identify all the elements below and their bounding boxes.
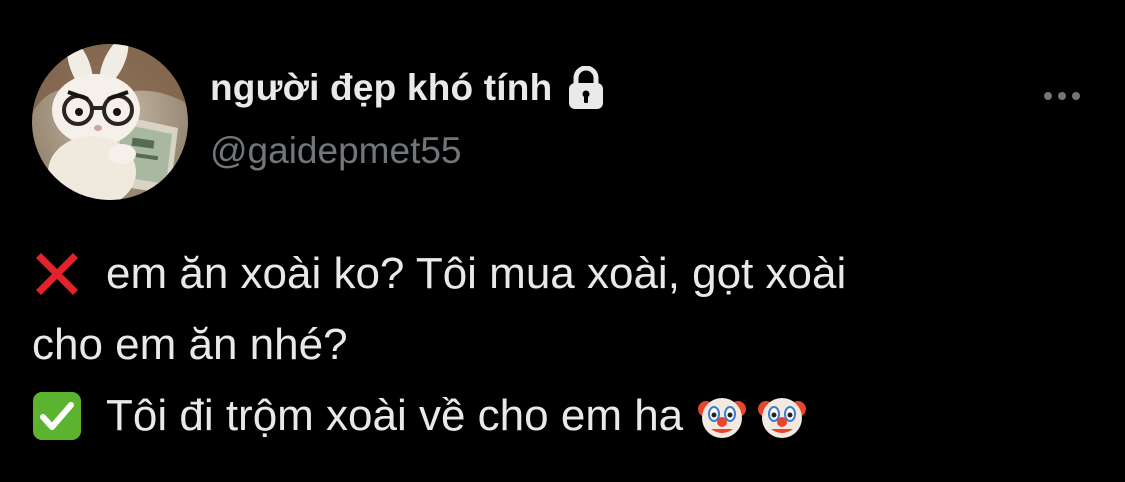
clown-face-icon <box>757 391 807 441</box>
tweet-line-1-text: em ăn xoài ko? Tôi mua xoài, gọt xoài <box>106 249 847 298</box>
lock-icon <box>566 65 606 110</box>
tweet-line-2: cho em ăn nhé? <box>32 309 1102 380</box>
display-name-row: người đẹp khó tính <box>210 60 606 116</box>
tweet-line-3-text: Tôi đi trộm xoài về cho em ha <box>106 391 684 440</box>
handle[interactable]: @gaidepmet55 <box>210 130 462 172</box>
tweet-line-1: em ăn xoài ko? Tôi mua xoài, gọt xoài <box>32 238 1102 309</box>
clown-face-icon <box>697 391 747 441</box>
tweet-line-3: Tôi đi trộm xoài về cho em ha <box>32 380 1102 451</box>
bunny-with-glasses-reading-avatar-icon <box>32 44 188 200</box>
avatar[interactable] <box>32 44 188 200</box>
tweet-line-2-text: cho em ăn nhé? <box>32 320 348 369</box>
check-mark-button-icon <box>32 391 82 441</box>
clown-emojis <box>697 391 807 441</box>
tweet-text: em ăn xoài ko? Tôi mua xoài, gọt xoài ch… <box>32 238 1102 451</box>
cross-mark-icon <box>32 249 82 299</box>
display-name[interactable]: người đẹp khó tính <box>210 67 552 109</box>
more-options-button[interactable] <box>1036 80 1088 112</box>
more-options-icon <box>1044 92 1080 100</box>
